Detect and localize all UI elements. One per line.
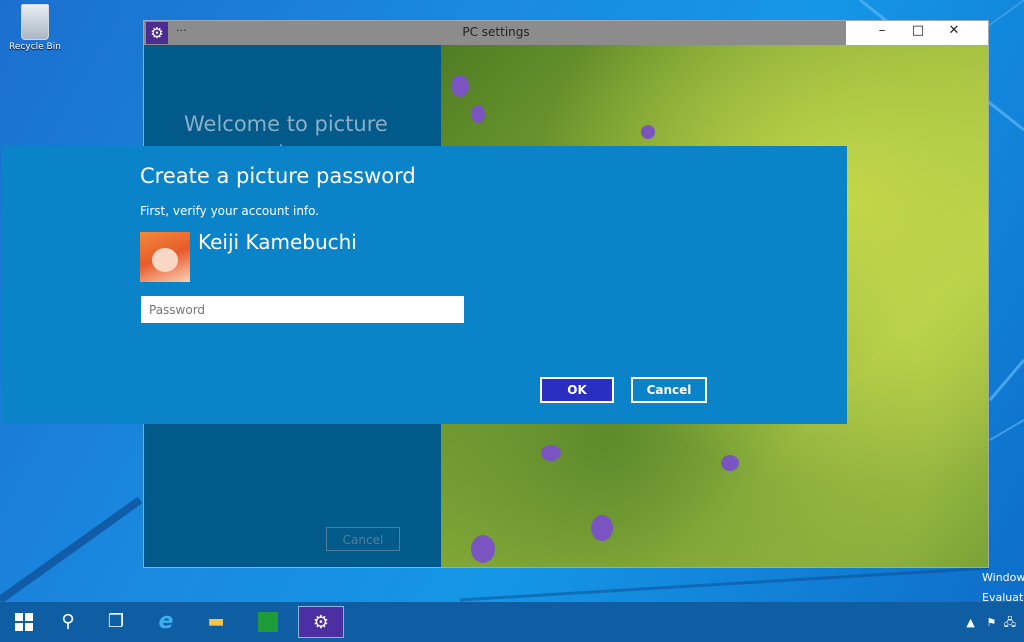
taskbar: ⚲ ❐ e ▬ ⚙ xyxy=(0,602,1024,642)
user-avatar xyxy=(140,232,190,282)
store-icon[interactable] xyxy=(248,606,288,638)
account-username: Keiji Kamebuchi xyxy=(198,230,357,254)
create-picture-password-dialog: Create a picture password First, verify … xyxy=(2,146,847,424)
action-center-flag-icon[interactable]: ⚑ xyxy=(986,616,996,629)
internet-explorer-icon[interactable]: e xyxy=(146,606,186,638)
minimize-icon[interactable]: – xyxy=(870,23,894,38)
windows-start-icon[interactable] xyxy=(4,606,44,638)
window-title: PC settings xyxy=(462,25,530,39)
task-view-icon[interactable]: ❐ xyxy=(96,606,136,638)
flower-decoration xyxy=(721,455,739,471)
system-tray: ▲ ⚑ 🖧 xyxy=(966,614,1016,633)
dialog-subtitle: First, verify your account info. xyxy=(140,204,320,218)
recycle-bin[interactable]: Recycle Bin xyxy=(6,4,64,52)
file-explorer-icon[interactable]: ▬ xyxy=(196,606,236,638)
title-bar[interactable]: ⚙ ··· PC settings – □ ✕ xyxy=(144,21,988,45)
show-hidden-icons-icon[interactable]: ▲ xyxy=(966,616,974,629)
password-input[interactable] xyxy=(141,296,464,323)
search-icon[interactable]: ⚲ xyxy=(48,606,88,638)
flower-decoration xyxy=(471,105,485,123)
cancel-button[interactable]: Cancel xyxy=(631,377,707,403)
flower-decoration xyxy=(591,515,613,541)
close-icon[interactable]: ✕ xyxy=(942,23,966,38)
recycle-bin-icon xyxy=(21,4,49,40)
flower-decoration xyxy=(641,125,655,139)
background-cancel-button: Cancel xyxy=(326,527,400,551)
dialog-heading: Create a picture password xyxy=(140,164,416,188)
maximize-icon[interactable]: □ xyxy=(906,23,930,38)
ok-button[interactable]: OK xyxy=(540,377,614,403)
flower-decoration xyxy=(451,75,469,97)
recycle-bin-label: Recycle Bin xyxy=(9,42,61,52)
flower-decoration xyxy=(471,535,495,563)
settings-gear-icon[interactable]: ⚙ xyxy=(298,606,344,638)
network-icon[interactable]: 🖧 xyxy=(1004,616,1016,629)
flower-decoration xyxy=(541,445,561,461)
window-controls: – □ ✕ xyxy=(846,21,988,45)
